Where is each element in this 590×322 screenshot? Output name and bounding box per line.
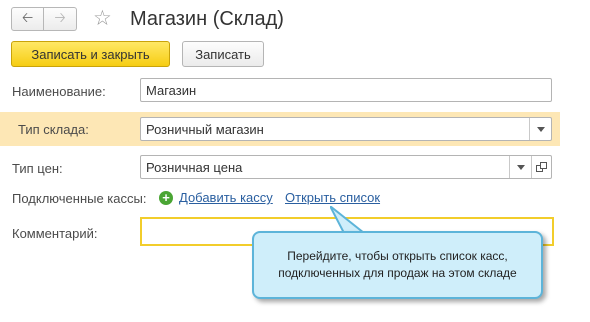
back-arrow-icon: 🡠	[21, 9, 34, 25]
forward-arrow-icon: 🡢	[54, 9, 66, 25]
dropdown-arrow-icon[interactable]	[509, 156, 531, 178]
forward-button[interactable]: 🡢	[44, 7, 77, 31]
callout-line-2: подключенных для продаж на этом складе	[278, 266, 517, 280]
comment-label: Комментарий:	[12, 226, 98, 241]
warehouse-type-label: Тип склада:	[18, 122, 89, 137]
save-and-close-button[interactable]: Записать и закрыть	[11, 41, 170, 67]
dropdown-arrow-icon[interactable]	[529, 118, 551, 140]
back-button[interactable]: 🡠	[11, 7, 44, 31]
name-field[interactable]: Магазин	[140, 78, 552, 102]
open-icon[interactable]	[531, 156, 551, 178]
price-type-value: Розничная цена	[146, 159, 243, 175]
plus-icon[interactable]: +	[159, 191, 173, 205]
registers-label: Подключенные кассы:	[12, 191, 147, 206]
star-icon[interactable]: ☆	[93, 5, 112, 33]
save-button[interactable]: Записать	[182, 41, 264, 67]
hint-callout: Перейдите, чтобы открыть список касс, по…	[252, 231, 543, 299]
warehouse-type-value: Розничный магазин	[146, 121, 264, 137]
warehouse-type-select[interactable]: Розничный магазин	[140, 117, 552, 141]
navigation-buttons: 🡠 🡢	[11, 7, 77, 31]
name-label: Наименование:	[12, 84, 106, 99]
add-register-link[interactable]: Добавить кассу	[179, 190, 273, 205]
price-type-select[interactable]: Розничная цена	[140, 155, 552, 179]
page-title: Магазин (Склад)	[130, 8, 284, 30]
callout-line-1: Перейдите, чтобы открыть список касс,	[287, 249, 508, 263]
open-list-link[interactable]: Открыть список	[285, 190, 380, 205]
name-value: Магазин	[146, 82, 197, 98]
price-type-label: Тип цен:	[12, 161, 63, 176]
